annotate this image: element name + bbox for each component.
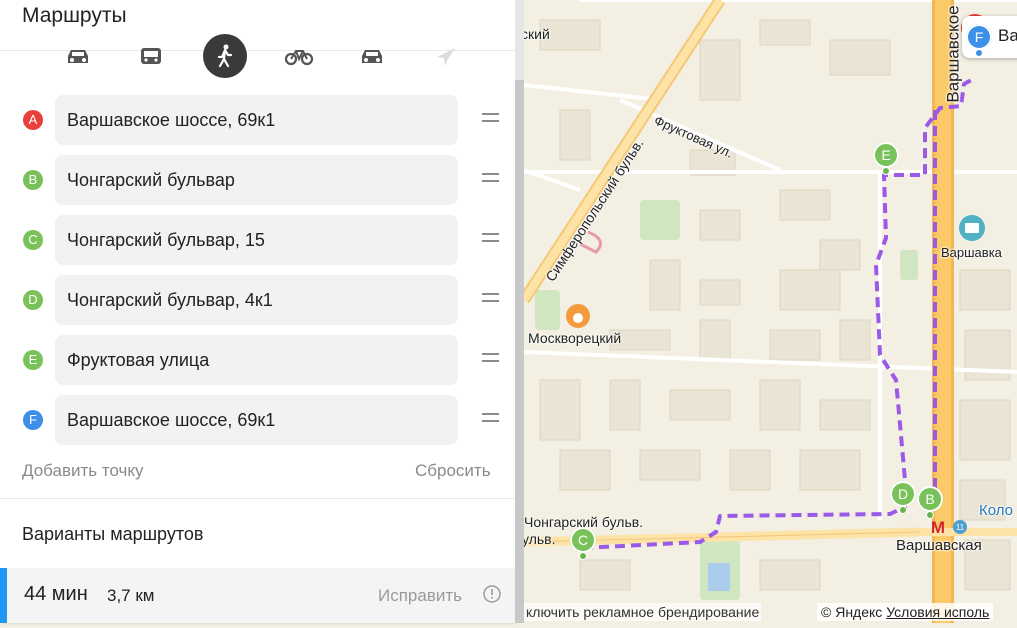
waypoint-input-f[interactable]: Варшавское шоссе, 69к1 [55, 395, 458, 445]
poi-label-varshavka[interactable]: Варшавка [941, 245, 1002, 260]
terms-link[interactable]: Условия исполь [886, 604, 989, 620]
waypoint-badge-f: F [23, 410, 43, 430]
taxi-icon [362, 50, 382, 63]
drag-handle-line [482, 420, 499, 422]
drag-handle-line [482, 173, 499, 175]
waypoint-row-f: F Варшавское шоссе, 69к1 [0, 395, 515, 445]
poi-label-varshavskaya[interactable]: Варшавская [896, 537, 982, 554]
route-marker-c-letter: C [577, 532, 589, 548]
waypoint-input-a[interactable]: Варшавское шоссе, 69к1 [55, 95, 458, 145]
routes-panel: Маршруты A Варшавское шоссе, 69к1 B Чонг… [0, 0, 515, 623]
route-marker-d[interactable]: D [890, 481, 916, 513]
drag-handle-line [482, 120, 499, 122]
bicycle-icon [284, 50, 314, 66]
panel-scrollbar[interactable] [515, 0, 524, 623]
route-distance: 3,7 км [107, 586, 155, 605]
route-marker-d-letter: D [897, 486, 909, 502]
waypoint-badge-a: A [23, 110, 43, 130]
ad-branding-toggle[interactable]: ключить рекламное брендирование [524, 603, 762, 621]
route-marker-f-letter: F [974, 29, 984, 45]
mode-bicycle-button[interactable] [277, 36, 321, 78]
metro-icon: М [931, 518, 945, 537]
waypoint-row-d: D Чонгарский бульвар, 4к1 [0, 275, 515, 325]
mode-bus-button[interactable] [129, 36, 173, 78]
route-variant-card[interactable]: 44 мин 3,7 км Исправить [0, 568, 515, 623]
street-label-chongarsky-2: ульв. [522, 531, 556, 547]
waypoint-input-c[interactable]: Чонгарский бульвар, 15 [55, 215, 458, 265]
add-point-button[interactable]: Добавить точку [22, 461, 144, 481]
bus-icon [141, 48, 161, 64]
panel-scrollbar-thumb[interactable] [515, 80, 524, 623]
waypoint-row-b: B Чонгарский бульвар [0, 155, 515, 205]
copyright-text: © Яндекс [821, 604, 883, 620]
poi-label-moskvoretsky[interactable]: Москворецкий [528, 330, 621, 346]
drag-handle-line [482, 293, 499, 295]
car-icon [68, 50, 88, 63]
street-label-top: ский [521, 26, 550, 42]
drag-handle-line [482, 353, 499, 355]
route-marker-f[interactable]: F [966, 24, 992, 56]
waypoint-badge-e: E [23, 350, 43, 370]
section-divider [0, 498, 515, 499]
route-marker-c-tip [580, 553, 586, 559]
route-marker-d-tip [900, 507, 906, 513]
route-marker-f-text: Ва [998, 26, 1017, 45]
route-marker-e-tip [883, 168, 889, 174]
route-marker-b-letter: B [925, 491, 935, 507]
waypoint-input-b[interactable]: Чонгарский бульвар [55, 155, 458, 205]
route-selected-indicator [0, 568, 7, 623]
mode-plane-button[interactable] [424, 36, 468, 78]
waypoint-input-e[interactable]: Фруктовая улица [55, 335, 458, 385]
waypoint-row-a: A Варшавское шоссе, 69к1 [0, 95, 515, 145]
poi-label-kolo[interactable]: Коло [979, 502, 1013, 519]
route-marker-c[interactable]: C [570, 527, 596, 559]
drag-handle-line [482, 240, 499, 242]
street-label-varshavskoe: Варшавское [943, 5, 963, 103]
map-copyright: © Яндекс Условия исполь [817, 603, 994, 621]
route-marker-f-tip [976, 50, 982, 56]
mode-car-button[interactable] [56, 36, 100, 78]
drag-handle-icon[interactable] [482, 413, 499, 427]
fix-route-button[interactable]: Исправить [378, 586, 462, 606]
drag-handle-line [482, 180, 499, 182]
mode-taxi-button[interactable] [350, 36, 394, 78]
route-variants-title: Варианты маршрутов [22, 524, 204, 544]
drag-handle-line [482, 113, 499, 115]
drag-handle-icon[interactable] [482, 173, 499, 187]
waypoint-badge-c: C [23, 230, 43, 250]
info-icon[interactable] [483, 585, 501, 603]
panel-title: Маршруты [22, 4, 127, 27]
metro-line-number: 11 [956, 523, 965, 532]
waypoint-row-c: C Чонгарский бульвар, 15 [0, 215, 515, 265]
drag-handle-icon[interactable] [482, 353, 499, 367]
pedestrian-icon [217, 44, 233, 68]
route-duration: 44 мин [24, 583, 88, 605]
waypoint-row-e: E Фруктовая улица [0, 335, 515, 385]
drag-handle-icon[interactable] [482, 113, 499, 127]
drag-handle-line [482, 360, 499, 362]
route-marker-e-letter: E [881, 147, 891, 163]
drag-handle-line [482, 233, 499, 235]
drag-handle-icon[interactable] [482, 293, 499, 307]
drag-handle-line [482, 413, 499, 415]
drag-handle-line [482, 300, 499, 302]
waypoint-badge-d: D [23, 290, 43, 310]
reset-button[interactable]: Сбросить [415, 461, 491, 481]
route-marker-b[interactable]: B [917, 486, 943, 518]
plane-icon [437, 48, 455, 66]
waypoint-input-d[interactable]: Чонгарский бульвар, 4к1 [55, 275, 458, 325]
route-marker-b-tip [927, 512, 933, 518]
route-marker-e[interactable]: E [873, 142, 899, 174]
drag-handle-icon[interactable] [482, 233, 499, 247]
waypoint-badge-b: B [23, 170, 43, 190]
mode-pedestrian-button[interactable] [203, 34, 247, 78]
